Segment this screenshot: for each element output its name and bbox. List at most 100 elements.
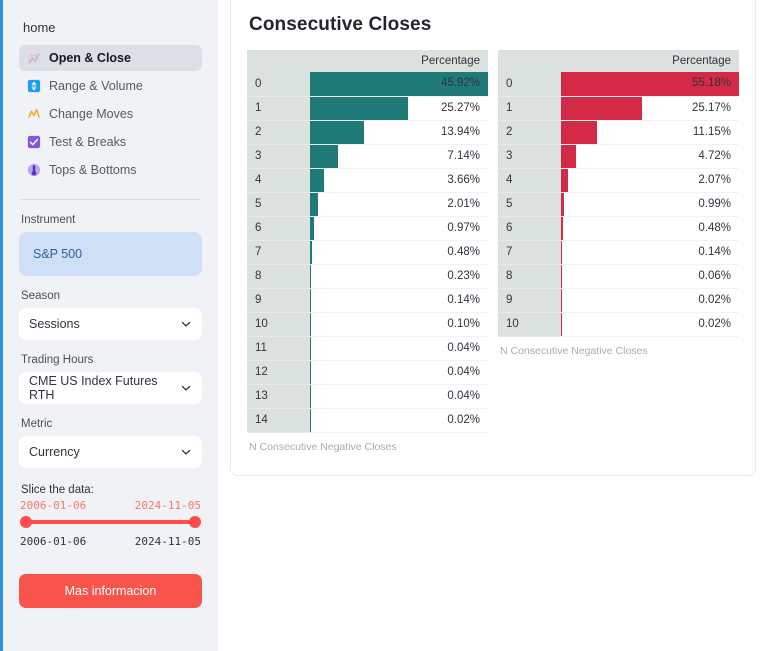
- breadcrumb-home[interactable]: home: [19, 0, 202, 43]
- table-row: 7 0.14%: [498, 240, 739, 265]
- season-value-text: Sessions: [29, 317, 80, 331]
- percentage-value: 2.01%: [447, 197, 480, 210]
- slider-label: Slice the data:: [21, 484, 94, 496]
- checkbox-icon: [27, 135, 41, 149]
- percentage-value: 0.48%: [698, 221, 731, 234]
- percentage-cell: 0.48%: [561, 216, 739, 241]
- percentage-cell: 0.14%: [310, 288, 488, 313]
- percentage-value: 0.04%: [447, 341, 480, 354]
- trading-hours-label: Trading Hours: [21, 354, 94, 366]
- slider-start-handle-label: 2006-01-06: [20, 499, 87, 512]
- negative-closes-table-right: Percentage 0 55.18% 1 25.17% 2 11.15% 3 4.72% 4 2…: [498, 50, 739, 337]
- table-row: 1 25.17%: [498, 96, 739, 121]
- percentage-column-header: Percentage: [561, 50, 739, 72]
- table-row: 6 0.97%: [247, 216, 488, 241]
- row-index-cell: 8: [247, 264, 310, 289]
- trading-hours-value-text: CME US Index Futures RTH: [29, 374, 158, 402]
- row-index-cell: 3: [247, 144, 310, 169]
- row-index-cell: 13: [247, 384, 310, 409]
- sidebar-item-change-moves[interactable]: Change Moves: [19, 101, 202, 127]
- percentage-cell: 0.02%: [561, 312, 739, 337]
- percentage-value: 4.72%: [698, 149, 731, 162]
- table-row: 3 4.72%: [498, 144, 739, 169]
- slider-min-label: 2006-01-06: [20, 535, 87, 548]
- trading-hours-select[interactable]: CME US Index Futures RTH: [19, 372, 202, 404]
- sidebar-nav: Open & Close Range & Volume Change Moves…: [19, 45, 202, 183]
- row-index-cell: 12: [247, 360, 310, 385]
- percentage-cell: 0.23%: [310, 264, 488, 289]
- percentage-cell: 3.66%: [310, 168, 488, 193]
- row-index-cell: 0: [498, 72, 561, 97]
- slider-handle-end[interactable]: [189, 516, 201, 528]
- updown-arrows-icon: [27, 79, 41, 93]
- percentage-cell: 0.04%: [310, 384, 488, 409]
- sidebar-item-label: Test & Breaks: [49, 135, 127, 149]
- metric-select[interactable]: Currency: [19, 436, 202, 468]
- table-header-row: Percentage: [247, 50, 488, 72]
- slider-max-label: 2024-11-05: [134, 535, 201, 548]
- percentage-value: 0.02%: [698, 293, 731, 306]
- table-row: 4 3.66%: [247, 168, 488, 193]
- slider-handle-start[interactable]: [20, 516, 32, 528]
- row-index-cell: 11: [247, 336, 310, 361]
- season-select[interactable]: Sessions: [19, 308, 202, 340]
- percentage-cell: 2.07%: [561, 168, 739, 193]
- row-index-cell: 3: [498, 144, 561, 169]
- row-index-cell: 7: [247, 240, 310, 265]
- percentage-cell: 11.15%: [561, 120, 739, 145]
- table-row: 3 7.14%: [247, 144, 488, 169]
- percentage-cell: 25.27%: [310, 96, 488, 121]
- row-index-cell: 2: [498, 120, 561, 145]
- percentage-cell: 0.04%: [310, 360, 488, 385]
- table-row: 14 0.02%: [247, 408, 488, 433]
- row-index-cell: 10: [247, 312, 310, 337]
- table-row: 6 0.48%: [498, 216, 739, 241]
- slider-rail: [26, 520, 195, 524]
- table-row: 7 0.48%: [247, 240, 488, 265]
- percentage-value: 0.23%: [447, 269, 480, 282]
- table-row: 5 2.01%: [247, 192, 488, 217]
- table-row: 1 25.27%: [247, 96, 488, 121]
- percentage-value: 0.14%: [447, 293, 480, 306]
- row-index-cell: 4: [498, 168, 561, 193]
- right-table-wrap: Percentage 0 55.18% 1 25.17% 2 11.15% 3 4.72% 4 2…: [498, 50, 739, 357]
- table-header-row: Percentage: [498, 50, 739, 72]
- chevron-down-icon: [180, 382, 192, 394]
- main-content: Consecutive Closes Percentage 0 45.92% 1 25…: [218, 0, 768, 651]
- sidebar-item-label: Tops & Bottoms: [49, 163, 137, 177]
- negative-closes-table-left: Percentage 0 45.92% 1 25.27% 2 13.94% 3 7.14% 4 3…: [247, 50, 488, 433]
- date-range-slider[interactable]: [20, 515, 201, 529]
- percentage-cell: 0.06%: [561, 264, 739, 289]
- sidebar-item-label: Open & Close: [49, 51, 131, 65]
- percentage-cell: 55.18%: [561, 72, 739, 97]
- percentage-column-header: Percentage: [310, 50, 488, 72]
- mas-informacion-button[interactable]: Mas informacion: [19, 574, 202, 608]
- row-index-cell: 4: [247, 168, 310, 193]
- sidebar-item-range-volume[interactable]: Range & Volume: [19, 73, 202, 99]
- percentage-value: 0.02%: [698, 317, 731, 330]
- percentage-cell: 0.48%: [310, 240, 488, 265]
- table-row: 0 55.18%: [498, 72, 739, 97]
- percentage-cell: 0.14%: [561, 240, 739, 265]
- slider-handle-labels: 2006-01-06 2024-11-05: [19, 499, 202, 512]
- sidebar-item-test-breaks[interactable]: Test & Breaks: [19, 129, 202, 155]
- table-row: 2 11.15%: [498, 120, 739, 145]
- sidebar-divider: [21, 199, 200, 200]
- percentage-cell: 0.02%: [310, 408, 488, 433]
- sidebar-item-open-close[interactable]: Open & Close: [19, 45, 202, 71]
- percentage-value: 55.18%: [691, 77, 731, 90]
- table-body: 0 55.18% 1 25.17% 2 11.15% 3 4.72% 4 2.07% 5 0.99% 6…: [498, 72, 739, 337]
- tables-row: Percentage 0 45.92% 1 25.27% 2 13.94% 3 7.14% 4 3…: [247, 50, 739, 453]
- metric-label: Metric: [21, 418, 53, 430]
- sidebar-item-tops-bottoms[interactable]: Tops & Bottoms: [19, 157, 202, 183]
- percentage-cell: 25.17%: [561, 96, 739, 121]
- table-row: 11 0.04%: [247, 336, 488, 361]
- slider-end-handle-label: 2024-11-05: [134, 499, 201, 512]
- instrument-value[interactable]: S&P 500: [19, 232, 202, 276]
- left-table-caption: N Consecutive Negative Closes: [249, 440, 397, 453]
- chevron-down-icon: [180, 446, 192, 458]
- row-index-cell: 1: [247, 96, 310, 121]
- chevron-down-icon: [180, 318, 192, 330]
- percentage-value: 25.17%: [691, 101, 731, 114]
- index-column-header: [247, 50, 310, 72]
